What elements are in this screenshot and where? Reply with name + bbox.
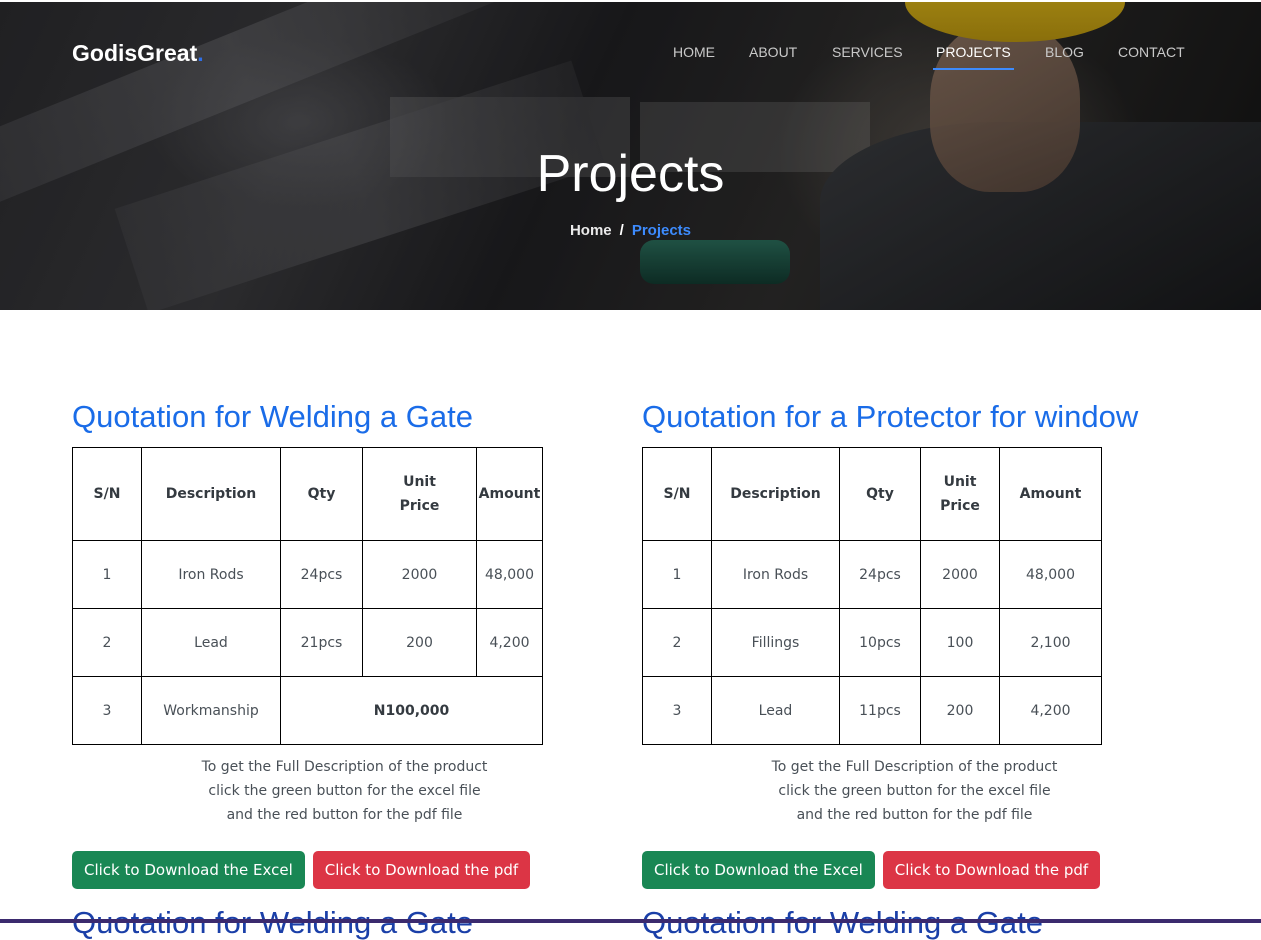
bottom-edge-bar bbox=[0, 919, 1261, 923]
cell-sn: 3 bbox=[642, 676, 712, 745]
cell-amount: 4,200 bbox=[476, 608, 543, 677]
table-header-row: S/N Description Qty Unit Price Amount bbox=[72, 447, 543, 541]
cell-description: Workmanship bbox=[141, 676, 281, 745]
table-header-row: S/N Description Qty Unit Price Amount bbox=[642, 447, 1102, 541]
header-amount: Amount bbox=[999, 447, 1102, 541]
cell-sn: 2 bbox=[642, 608, 712, 677]
header-amount: Amount bbox=[476, 447, 543, 541]
nav-blog[interactable]: BLOG bbox=[1045, 44, 1084, 60]
cell-amount: 48,000 bbox=[476, 540, 543, 609]
cell-unit-price: 200 bbox=[362, 608, 477, 677]
breadcrumb-current: Projects bbox=[631, 222, 692, 239]
cell-description: Fillings bbox=[711, 608, 840, 677]
table-row: 1 Iron Rods 24pcs 2000 48,000 bbox=[642, 540, 1102, 609]
nav-projects[interactable]: PROJECTS bbox=[936, 44, 1011, 60]
cell-sn: 1 bbox=[642, 540, 712, 609]
download-instructions: To get the Full Description of the produ… bbox=[642, 755, 1187, 827]
cell-description: Lead bbox=[141, 608, 281, 677]
note-line: click the green button for the excel fil… bbox=[208, 783, 481, 799]
brand-name: GodisGreat bbox=[72, 40, 198, 66]
cell-sn: 2 bbox=[72, 608, 142, 677]
next-quotation-title: Quotation for Welding a Gate bbox=[642, 907, 1043, 938]
cell-unit-price: 200 bbox=[920, 676, 1000, 745]
cell-qty: 11pcs bbox=[839, 676, 921, 745]
hero-banner: GodisGreat. HOME ABOUT SERVICES PROJECTS… bbox=[0, 2, 1261, 310]
cell-description: Iron Rods bbox=[141, 540, 281, 609]
cell-sn: 1 bbox=[72, 540, 142, 609]
header-qty: Qty bbox=[280, 447, 363, 541]
table-row: 3 Workmanship N100,000 bbox=[72, 676, 543, 745]
note-line: To get the Full Description of the produ… bbox=[771, 759, 1058, 775]
breadcrumb: Home / Projects bbox=[0, 222, 1261, 239]
quotation-welding-gate: Quotation for Welding a Gate S/N Descrip… bbox=[72, 395, 617, 889]
header-description: Description bbox=[711, 447, 840, 541]
note-line: click the green button for the excel fil… bbox=[778, 783, 1051, 799]
quotation-table: S/N Description Qty Unit Price Amount 1 … bbox=[72, 447, 543, 745]
brand-dot: . bbox=[197, 40, 204, 66]
header-unit-price: Unit Price bbox=[920, 447, 1000, 541]
next-quotation-title: Quotation for Welding a Gate bbox=[72, 907, 473, 938]
header-sn: S/N bbox=[642, 447, 712, 541]
cell-description: Iron Rods bbox=[711, 540, 840, 609]
cell-description: Lead bbox=[711, 676, 840, 745]
download-pdf-button[interactable]: Click to Download the pdf bbox=[882, 851, 1101, 889]
cell-amount: 48,000 bbox=[999, 540, 1102, 609]
nav-services[interactable]: SERVICES bbox=[832, 44, 903, 60]
page-title: Projects bbox=[536, 145, 725, 203]
table-row: 1 Iron Rods 24pcs 2000 48,000 bbox=[72, 540, 543, 609]
download-buttons: Click to Download the Excel Click to Dow… bbox=[72, 851, 617, 889]
breadcrumb-separator: / bbox=[619, 222, 624, 239]
cell-amount: 4,200 bbox=[999, 676, 1102, 745]
table-row: 3 Lead 11pcs 200 4,200 bbox=[642, 676, 1102, 745]
breadcrumb-home[interactable]: Home bbox=[570, 222, 612, 239]
quotation-title: Quotation for a Protector for window bbox=[642, 399, 1139, 434]
cell-total-amount: N100,000 bbox=[280, 676, 543, 745]
cell-unit-price: 2000 bbox=[920, 540, 1000, 609]
download-instructions: To get the Full Description of the produ… bbox=[72, 755, 617, 827]
cell-qty: 21pcs bbox=[280, 608, 363, 677]
download-pdf-button[interactable]: Click to Download the pdf bbox=[312, 851, 531, 889]
quotation-title: Quotation for Welding a Gate bbox=[72, 399, 473, 434]
cell-qty: 24pcs bbox=[280, 540, 363, 609]
download-excel-button[interactable]: Click to Download the Excel bbox=[642, 851, 875, 889]
note-line: To get the Full Description of the produ… bbox=[201, 759, 488, 775]
table-row: 2 Lead 21pcs 200 4,200 bbox=[72, 608, 543, 677]
download-buttons: Click to Download the Excel Click to Dow… bbox=[642, 851, 1187, 889]
header-description: Description bbox=[141, 447, 281, 541]
cell-unit-price: 2000 bbox=[362, 540, 477, 609]
note-line: and the red button for the pdf file bbox=[226, 807, 463, 823]
note-line: and the red button for the pdf file bbox=[796, 807, 1033, 823]
header-unit-price: Unit Price bbox=[362, 447, 477, 541]
cell-amount: 2,100 bbox=[999, 608, 1102, 677]
cell-unit-price: 100 bbox=[920, 608, 1000, 677]
nav-contact[interactable]: CONTACT bbox=[1118, 44, 1185, 60]
table-row: 2 Fillings 10pcs 100 2,100 bbox=[642, 608, 1102, 677]
nav-about[interactable]: ABOUT bbox=[749, 44, 797, 60]
header-sn: S/N bbox=[72, 447, 142, 541]
quotation-window-protector: Quotation for a Protector for window S/N… bbox=[642, 395, 1187, 889]
cell-qty: 24pcs bbox=[839, 540, 921, 609]
cell-sn: 3 bbox=[72, 676, 142, 745]
nav-active-underline bbox=[933, 68, 1014, 70]
brand-logo[interactable]: GodisGreat. bbox=[72, 40, 204, 67]
quotation-table: S/N Description Qty Unit Price Amount 1 … bbox=[642, 447, 1102, 745]
nav-home[interactable]: HOME bbox=[673, 44, 715, 60]
cell-qty: 10pcs bbox=[839, 608, 921, 677]
header-qty: Qty bbox=[839, 447, 921, 541]
download-excel-button[interactable]: Click to Download the Excel bbox=[72, 851, 305, 889]
